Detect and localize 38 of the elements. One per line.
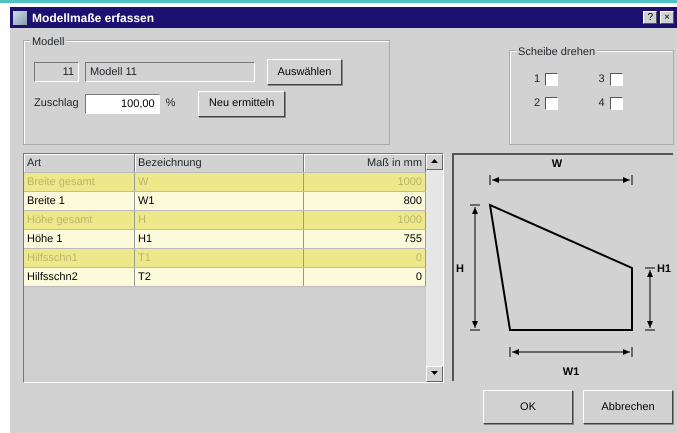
unit-label: % [166,96,176,112]
recalculate-button[interactable]: Neu ermitteln [198,90,286,116]
surcharge-field[interactable]: 100,00 [84,94,160,114]
dimension-label: W [552,158,562,170]
surcharge-label: Zuschlag [34,96,79,112]
table-cell: Höhe 1 [24,230,135,248]
title-bar-button[interactable]: × [660,11,674,24]
column-header[interactable]: Bezeichnung [135,154,304,172]
table-cell: T2 [135,268,304,286]
dimension-label: H [456,263,464,275]
window-title: Modellmaße erfassen [32,10,154,26]
checkbox[interactable] [545,72,558,86]
checkbox-label: 4 [598,96,605,111]
checkbox[interactable] [545,96,558,110]
model-name-field: Modell 11 [85,62,255,82]
dialog-button[interactable]: OK [483,390,573,424]
checkbox-label: 2 [534,96,540,111]
column-header[interactable]: Maß in mm [304,154,426,172]
dialog-button[interactable]: Abbrechen [583,390,673,424]
down-arrow-icon [431,371,438,376]
column-header[interactable]: Art [24,154,135,172]
table-cell: H1 [135,230,304,248]
checkbox-label: 1 [534,72,540,87]
model-number-field: 11 [34,62,79,82]
table-cell: Breite 1 [24,192,135,210]
checkbox[interactable] [610,96,623,110]
up-arrow-icon [431,159,438,164]
app-icon [13,10,27,24]
checkbox[interactable] [610,72,623,86]
table-cell: Hilfsschn2 [24,268,135,286]
dimension-label: W1 [562,366,580,378]
dimension-label: H1 [656,263,672,275]
table-cell: W1 [135,192,304,210]
scroll-down-button[interactable] [426,366,443,382]
select-button[interactable]: Auswählen [266,59,342,85]
checkbox-label: 3 [598,72,605,87]
title-bar-button[interactable]: ? [643,11,658,24]
scroll-up-button[interactable] [426,154,443,170]
